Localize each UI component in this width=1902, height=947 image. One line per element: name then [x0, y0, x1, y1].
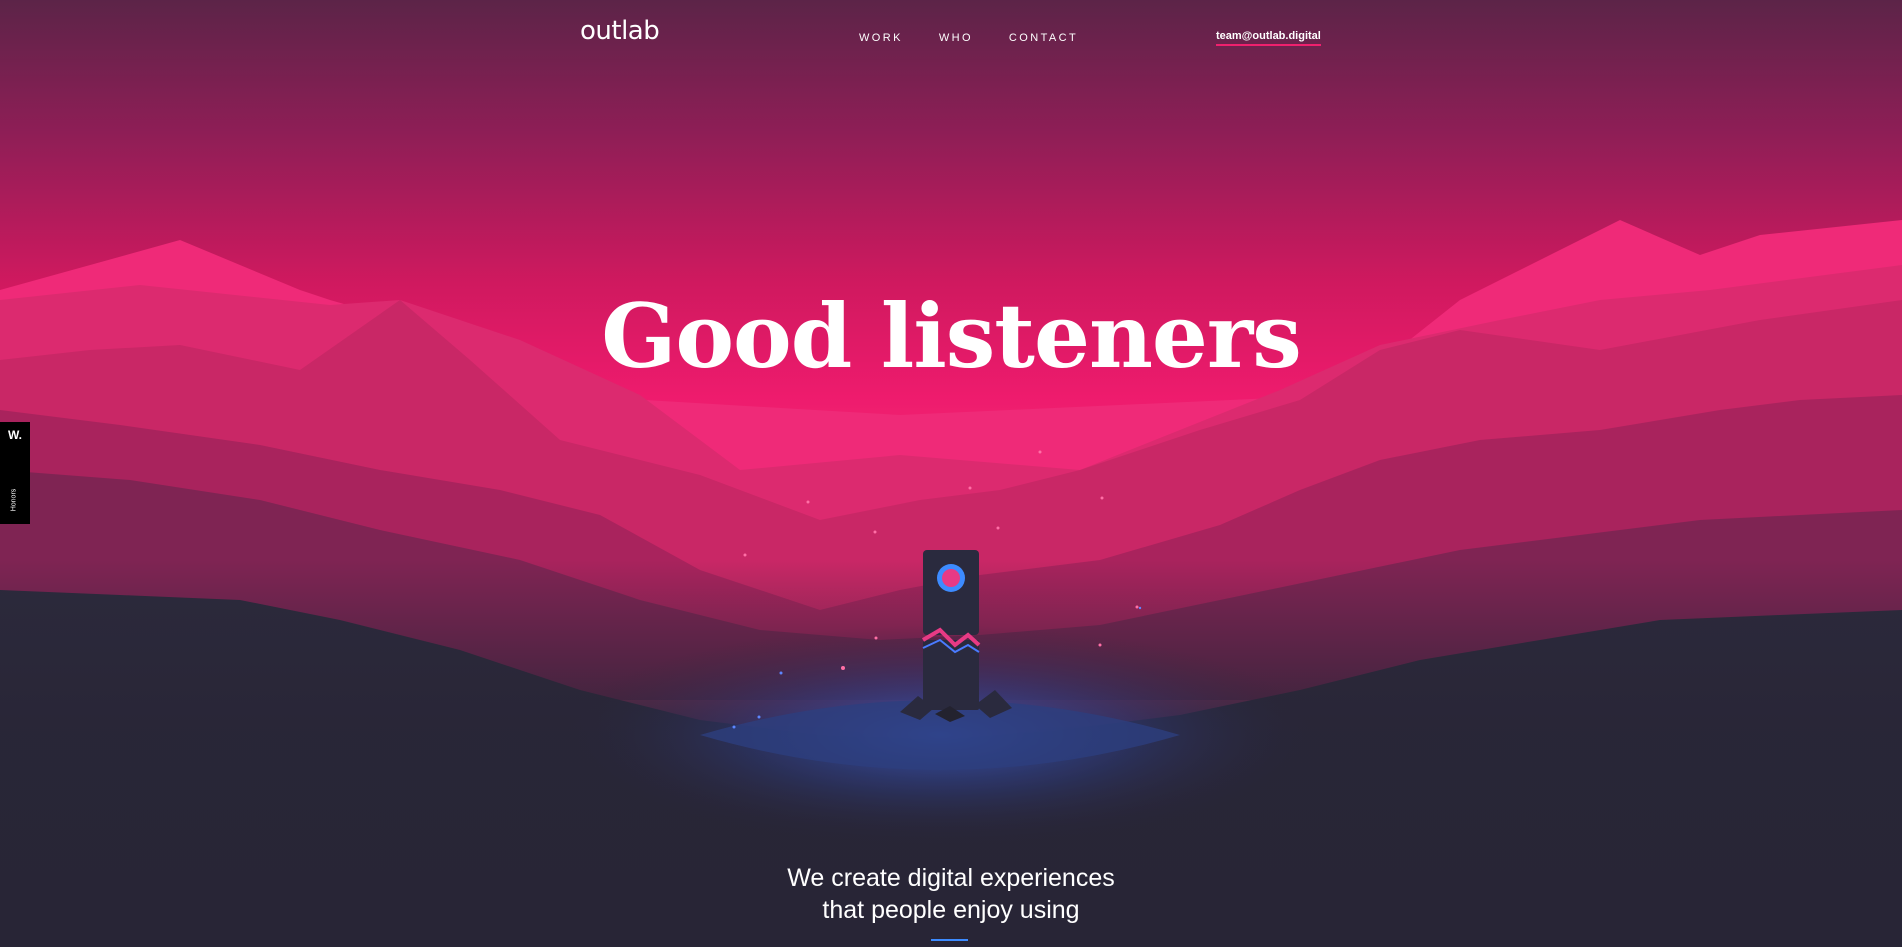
tagline-line-1: We create digital experiences: [787, 864, 1115, 892]
mountain-landscape-illustration: [0, 0, 1902, 947]
email-link[interactable]: team@outlab.digital: [1216, 30, 1321, 46]
tagline-underline: [931, 939, 968, 941]
nav-link-work[interactable]: WORK: [859, 32, 903, 44]
nav-link-contact[interactable]: CONTACT: [1009, 32, 1078, 44]
hero-headline: Good listeners: [601, 284, 1302, 388]
honors-badge-mark: W.: [8, 428, 22, 442]
awwwards-honors-badge[interactable]: W. Honors: [0, 422, 30, 524]
outlab-logo[interactable]: outlab: [580, 16, 660, 46]
tagline-line-2: that people enjoy using: [822, 896, 1080, 924]
main-nav: WORK WHO CONTACT: [859, 32, 1114, 44]
page: outlab WORK WHO CONTACT team@outlab.digi…: [0, 0, 1902, 947]
intro-tagline: We create digital experiences that peopl…: [0, 862, 1902, 926]
top-navigation-bar: outlab WORK WHO CONTACT team@outlab.digi…: [0, 0, 1902, 80]
nav-link-who[interactable]: WHO: [939, 32, 973, 44]
honors-badge-label: Honors: [10, 488, 18, 512]
